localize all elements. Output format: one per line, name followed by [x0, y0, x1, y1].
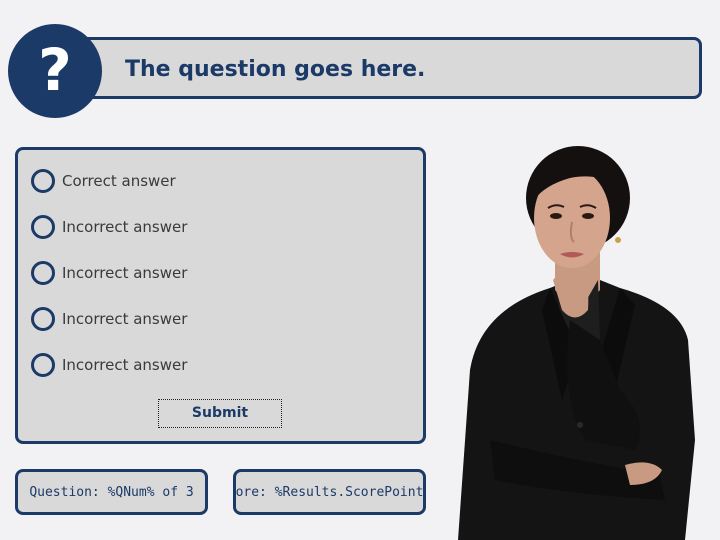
- submit-button[interactable]: Submit: [158, 399, 282, 428]
- radio-button[interactable]: [31, 307, 55, 331]
- answer-label: Correct answer: [62, 172, 176, 190]
- question-mark-glyph: ?: [38, 36, 72, 104]
- businesswoman-image: [458, 146, 695, 540]
- score-display: Score: %Results.ScorePoints%: [233, 469, 426, 515]
- answer-label: Incorrect answer: [62, 218, 188, 236]
- answer-option-3[interactable]: Incorrect answer: [31, 258, 187, 288]
- question-mark-icon: ?: [8, 24, 102, 118]
- answers-panel: Correct answer Incorrect answer Incorrec…: [15, 147, 426, 444]
- radio-button[interactable]: [31, 169, 55, 193]
- question-title: The question goes here.: [125, 57, 426, 82]
- answer-label: Incorrect answer: [62, 356, 188, 374]
- question-counter: Question: %QNum% of 3: [15, 469, 208, 515]
- radio-button[interactable]: [31, 353, 55, 377]
- answer-option-4[interactable]: Incorrect answer: [31, 304, 187, 334]
- answer-label: Incorrect answer: [62, 264, 188, 282]
- earring: [615, 237, 621, 243]
- answer-option-1[interactable]: Correct answer: [31, 166, 176, 196]
- question-header: The question goes here.: [80, 37, 702, 99]
- radio-button[interactable]: [31, 215, 55, 239]
- radio-button[interactable]: [31, 261, 55, 285]
- left-eye: [550, 213, 562, 219]
- answer-label: Incorrect answer: [62, 310, 188, 328]
- answer-option-2[interactable]: Incorrect answer: [31, 212, 187, 242]
- answer-option-5[interactable]: Incorrect answer: [31, 350, 187, 380]
- right-eye: [582, 213, 594, 219]
